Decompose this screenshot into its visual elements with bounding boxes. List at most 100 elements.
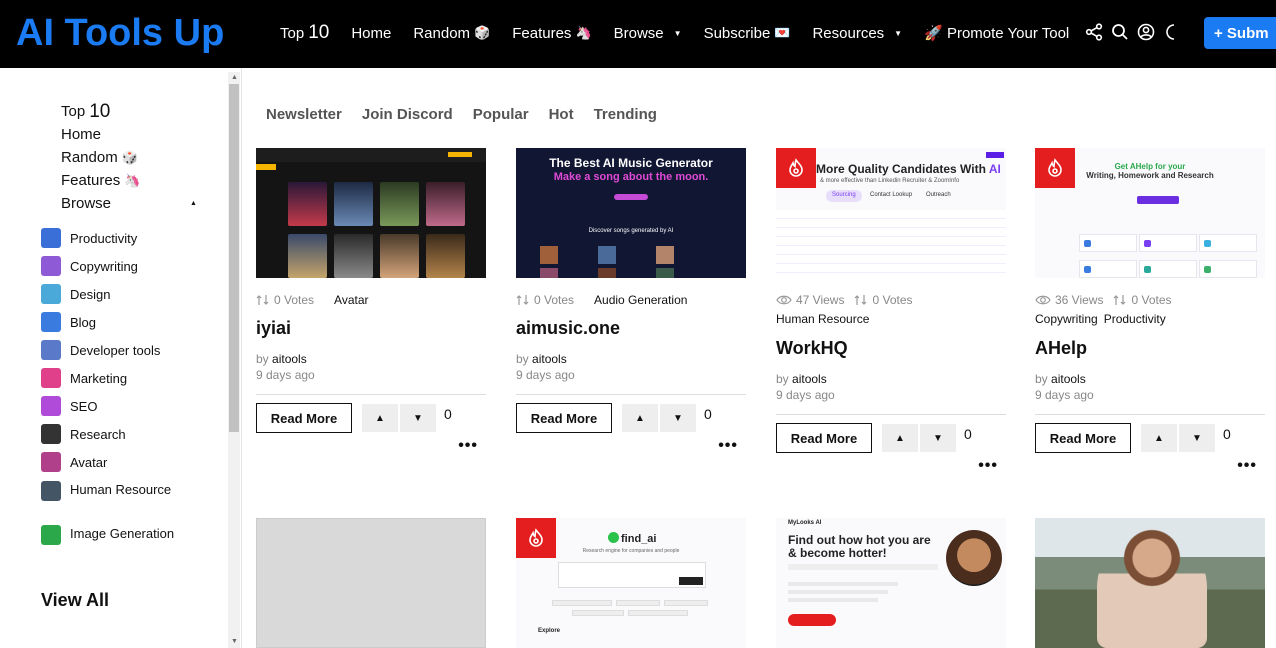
tab-newsletter[interactable]: Newsletter xyxy=(266,106,342,123)
nav-resources[interactable]: Resources ▼ xyxy=(812,25,902,42)
author-link[interactable]: aitools xyxy=(272,352,307,366)
nav-subscribe[interactable]: Subscribe 💌 xyxy=(704,25,791,42)
tab-hot[interactable]: Hot xyxy=(549,106,574,123)
sidebar-scrollbar[interactable]: ▲ ▼ xyxy=(228,72,240,648)
thumb-pill: Contact Lookup xyxy=(870,192,913,198)
downvote-button[interactable]: ▼ xyxy=(1179,424,1215,452)
category-human-resource[interactable]: Human Resource xyxy=(41,480,221,524)
more-options-icon[interactable]: ••• xyxy=(1035,457,1265,475)
card-title[interactable]: aimusic.one xyxy=(516,318,746,340)
scroll-down-arrow-icon[interactable]: ▼ xyxy=(231,638,238,645)
category-design[interactable]: Design xyxy=(41,284,221,312)
author-link[interactable]: aitools xyxy=(532,352,567,366)
unicorn-icon: 🦄 xyxy=(124,172,141,188)
nav-features[interactable]: Features 🦄 xyxy=(512,25,591,42)
category-research[interactable]: Research xyxy=(41,424,221,452)
tool-thumbnail[interactable]: find_ai Research engine for companies an… xyxy=(516,518,746,648)
tool-thumbnail[interactable]: More Quality Candidates With AI & more e… xyxy=(776,148,1006,278)
category-label: Marketing xyxy=(70,371,128,386)
card-tag[interactable]: Avatar xyxy=(334,293,368,307)
more-options-icon[interactable]: ••• xyxy=(256,437,486,455)
face-photo xyxy=(946,530,1002,586)
votes-stat: 0 Votes xyxy=(516,293,574,307)
author-link[interactable]: aitools xyxy=(792,372,827,386)
nav-features-label: Features xyxy=(512,24,572,42)
tab-trending[interactable]: Trending xyxy=(594,106,657,123)
sidebar-item-random[interactable]: Random 🎲 xyxy=(61,146,140,169)
nav-promote[interactable]: 🚀 Promote Your Tool xyxy=(924,24,1069,42)
category-productivity[interactable]: Productivity xyxy=(41,228,221,256)
read-more-button[interactable]: Read More xyxy=(256,403,352,433)
share-icon[interactable] xyxy=(1084,22,1104,42)
scrollbar-thumb[interactable] xyxy=(229,84,239,432)
upvote-button[interactable]: ▲ xyxy=(622,404,658,432)
more-options-icon[interactable]: ••• xyxy=(516,437,746,455)
tab-join-discord[interactable]: Join Discord xyxy=(362,106,453,123)
search-icon[interactable] xyxy=(1110,22,1130,42)
arrow-up-icon: ▲ xyxy=(635,412,645,424)
sidebar-item-home[interactable]: Home xyxy=(61,123,140,146)
flame-icon xyxy=(789,158,803,177)
upvote-button[interactable]: ▲ xyxy=(882,424,918,452)
card-divider xyxy=(1035,414,1265,415)
card-title[interactable]: WorkHQ xyxy=(776,338,1006,360)
nav-random[interactable]: Random 🎲 xyxy=(413,25,490,42)
eye-icon xyxy=(1035,295,1051,305)
moon-icon[interactable] xyxy=(1162,22,1182,42)
chevron-up-icon[interactable]: ▲ xyxy=(190,200,197,207)
category-copywriting[interactable]: Copywriting xyxy=(41,256,221,284)
vote-count: 0 xyxy=(444,406,452,422)
card-divider xyxy=(516,394,746,395)
downvote-button[interactable]: ▼ xyxy=(400,404,436,432)
nav-top10[interactable]: Top 10 xyxy=(280,22,329,44)
card-actions: Read More ▲ ▼ 0 xyxy=(1035,423,1265,453)
featured-badge xyxy=(1035,148,1075,188)
card-title[interactable]: iyiai xyxy=(256,318,486,340)
arrow-up-icon: ▲ xyxy=(895,432,905,444)
read-more-button[interactable]: Read More xyxy=(1035,423,1131,453)
tab-popular[interactable]: Popular xyxy=(473,106,529,123)
scroll-up-arrow-icon[interactable]: ▲ xyxy=(231,74,238,81)
category-avatar[interactable]: Avatar xyxy=(41,452,221,480)
read-more-button[interactable]: Read More xyxy=(516,403,612,433)
card-tag[interactable]: Human Resource xyxy=(776,312,869,326)
upvote-button[interactable]: ▲ xyxy=(1141,424,1177,452)
sidebar-item-features[interactable]: Features 🦄 xyxy=(61,169,140,192)
downvote-button[interactable]: ▼ xyxy=(660,404,696,432)
nav-home[interactable]: Home xyxy=(351,25,391,42)
view-all-link[interactable]: View All xyxy=(41,590,109,611)
author-link[interactable]: aitools xyxy=(1051,372,1086,386)
card-tag[interactable]: Audio Generation xyxy=(594,293,687,307)
sidebar-top10-number: 10 xyxy=(89,100,111,122)
nav-browse[interactable]: Browse ▼ xyxy=(614,25,682,42)
megaphone-icon xyxy=(41,368,61,388)
card-tag[interactable]: Productivity xyxy=(1104,312,1166,326)
category-developer-tools[interactable]: Developer tools xyxy=(41,340,221,368)
card-author: by aitools xyxy=(256,352,486,366)
tool-thumbnail-placeholder[interactable] xyxy=(256,518,486,648)
sidebar-item-top10[interactable]: Top 10 xyxy=(61,100,140,123)
downvote-button[interactable]: ▼ xyxy=(920,424,956,452)
site-logo[interactable]: AI Tools Up xyxy=(16,10,224,56)
seo-icon xyxy=(41,396,61,416)
card-tags: Copywriting Productivity xyxy=(1035,312,1265,328)
user-icon[interactable] xyxy=(1136,22,1156,42)
tool-thumbnail[interactable]: Get AHelp for your Writing, Homework and … xyxy=(1035,148,1265,278)
tool-thumbnail[interactable]: MyLooks AI Find out how hot you are & be… xyxy=(776,518,1006,648)
sidebar-item-browse[interactable]: Browse ▲ xyxy=(61,192,197,215)
category-seo[interactable]: SEO xyxy=(41,396,221,424)
category-blog[interactable]: Blog xyxy=(41,312,221,340)
read-more-button[interactable]: Read More xyxy=(776,423,872,453)
card-tags: Human Resource xyxy=(776,312,1006,328)
category-marketing[interactable]: Marketing xyxy=(41,368,221,396)
thumb-subheading: Make a song about the moon. xyxy=(553,171,709,183)
tool-thumbnail[interactable]: The Best AI Music Generator Make a song … xyxy=(516,148,746,278)
tool-thumbnail[interactable] xyxy=(256,148,486,278)
tool-thumbnail[interactable] xyxy=(1035,518,1265,648)
card-title[interactable]: AHelp xyxy=(1035,338,1265,360)
card-tag[interactable]: Copywriting xyxy=(1035,312,1098,326)
more-options-icon[interactable]: ••• xyxy=(776,457,1006,475)
submit-tool-button[interactable]: + Subm xyxy=(1204,17,1276,49)
category-image-generation[interactable]: Image Generation xyxy=(41,524,221,568)
upvote-button[interactable]: ▲ xyxy=(362,404,398,432)
